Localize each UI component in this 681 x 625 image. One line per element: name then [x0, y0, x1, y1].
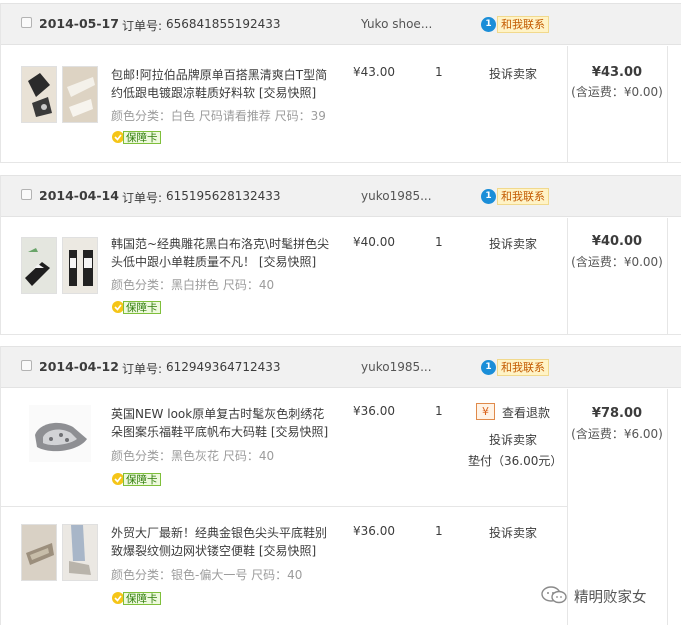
order-header: 2014-04-12 订单号: 612949364712433 yuko1985… [1, 346, 681, 388]
order-item: 英国NEW look原单复古时髦灰色刺绣花朵图案乐福鞋平底帆布大码鞋 [交易快照… [1, 389, 567, 506]
watermark-text: 精明败家女 [574, 590, 647, 606]
product-thumbnail[interactable] [21, 66, 57, 123]
order-number-label: 订单号: [122, 191, 163, 205]
product-title[interactable]: 英国NEW look原单复古时髦灰色刺绣花朵图案乐福鞋平底帆布大码鞋 [交易快照… [111, 405, 333, 441]
product-attributes: 颜色分类：白色 尺码请看推荐 尺码：39 [111, 109, 326, 123]
unit-price: ¥36.00 [353, 524, 395, 538]
order-checkbox[interactable] [21, 17, 32, 28]
shipping-fee: (含运费：¥0.00) [571, 255, 663, 269]
order-item: 外贸大厂最新！经典金银色尖头平底鞋别致爆裂纹侧边网状镂空便鞋 [交易快照] 颜色… [1, 507, 567, 625]
guarantee-label: 保障卡 [123, 473, 161, 486]
order-header: 2014-05-17 订单号: 656841855192433 Yuko sho… [1, 3, 681, 45]
seller-name[interactable]: yuko1985... [361, 360, 432, 374]
chat-icon: 1 [481, 189, 496, 204]
product-attributes: 颜色分类：黑白拼色 尺码：40 [111, 278, 275, 292]
contact-label: 和我联系 [497, 188, 549, 205]
order-number-label: 订单号: [122, 19, 163, 33]
order-item: 韩国范~经典雕花黑白布洛克\时髦拼色尖头低中跟小单鞋质量不凡！ [交易快照] 颜… [1, 218, 567, 335]
product-title[interactable]: 包邮!阿拉伯品牌原单百搭黑清爽白T型简约低跟电镀跟凉鞋质好料软 [交易快照] [111, 66, 333, 102]
order-number: 615195628132433 [166, 189, 281, 203]
order-checkbox[interactable] [21, 189, 32, 200]
quantity: 1 [435, 65, 443, 79]
advance-payment: 垫付（36.00元） [468, 454, 563, 468]
shipping-fee: (含运费：¥0.00) [571, 85, 663, 99]
divider [1, 334, 681, 335]
product-thumbnail[interactable] [62, 524, 98, 581]
divider [667, 46, 668, 163]
contact-label: 和我联系 [497, 359, 549, 376]
order-item: 包邮!阿拉伯品牌原单百搭黑清爽白T型简约低跟电镀跟凉鞋质好料软 [交易快照] 颜… [1, 46, 567, 163]
order-header: 2014-04-14 订单号: 615195628132433 yuko1985… [1, 175, 681, 217]
guarantee-label: 保障卡 [123, 131, 161, 144]
order-card: 2014-04-12 订单号: 612949364712433 yuko1985… [0, 346, 681, 625]
chat-icon: 1 [481, 17, 496, 32]
product-attributes: 颜色分类：银色-偏大一号 尺码：40 [111, 568, 303, 582]
product-thumbnail[interactable] [21, 237, 57, 294]
product-thumbnail[interactable] [29, 405, 91, 462]
order-date: 2014-04-14 [39, 188, 119, 203]
unit-price: ¥43.00 [353, 65, 395, 79]
yuan-icon: ¥ [476, 403, 495, 420]
quantity: 1 [435, 524, 443, 538]
contact-label: 和我联系 [497, 16, 549, 33]
order-total: ¥40.00 [591, 234, 643, 249]
quantity: 1 [435, 404, 443, 418]
shipping-fee: (含运费：¥6.00) [571, 427, 663, 441]
product-title[interactable]: 韩国范~经典雕花黑白布洛克\时髦拼色尖头低中跟小单鞋质量不凡！ [交易快照] [111, 235, 333, 271]
complain-seller-link[interactable]: 投诉卖家 [489, 65, 537, 82]
order-total: ¥43.00 [591, 65, 643, 80]
quantity: 1 [435, 235, 443, 249]
order-card: 2014-04-14 订单号: 615195628132433 yuko1985… [0, 175, 681, 335]
product-thumbnail[interactable] [62, 237, 98, 294]
unit-price: ¥36.00 [353, 404, 395, 418]
product-attributes: 颜色分类：黑色灰花 尺码：40 [111, 449, 275, 463]
unit-price: ¥40.00 [353, 235, 395, 249]
product-thumbnail[interactable] [21, 524, 57, 581]
order-card: 2014-05-17 订单号: 656841855192433 Yuko sho… [0, 3, 681, 163]
guarantee-label: 保障卡 [123, 592, 161, 605]
product-thumbnail[interactable] [62, 66, 98, 123]
divider [1, 162, 681, 163]
order-number: 656841855192433 [166, 17, 281, 31]
product-title[interactable]: 外贸大厂最新！经典金银色尖头平底鞋别致爆裂纹侧边网状镂空便鞋 [交易快照] [111, 524, 333, 560]
chat-icon: 1 [481, 360, 496, 375]
seller-name[interactable]: yuko1985... [361, 189, 432, 203]
seller-name[interactable]: Yuko shoe... [361, 17, 432, 31]
complain-seller-link[interactable]: 投诉卖家 [489, 524, 537, 541]
wechat-icon [541, 586, 567, 604]
divider [567, 46, 568, 163]
divider [667, 389, 668, 625]
guarantee-label: 保障卡 [123, 301, 161, 314]
order-number: 612949364712433 [166, 360, 281, 374]
divider [667, 218, 668, 335]
order-date: 2014-04-12 [39, 359, 119, 374]
order-checkbox[interactable] [21, 360, 32, 371]
order-date: 2014-05-17 [39, 16, 119, 31]
order-number-label: 订单号: [122, 362, 163, 376]
order-total: ¥78.00 [591, 406, 643, 421]
complain-seller-link[interactable]: 投诉卖家 [489, 235, 537, 252]
view-refund-label: 查看退款 [502, 406, 551, 420]
complain-seller-link[interactable]: 投诉卖家 [489, 431, 537, 448]
